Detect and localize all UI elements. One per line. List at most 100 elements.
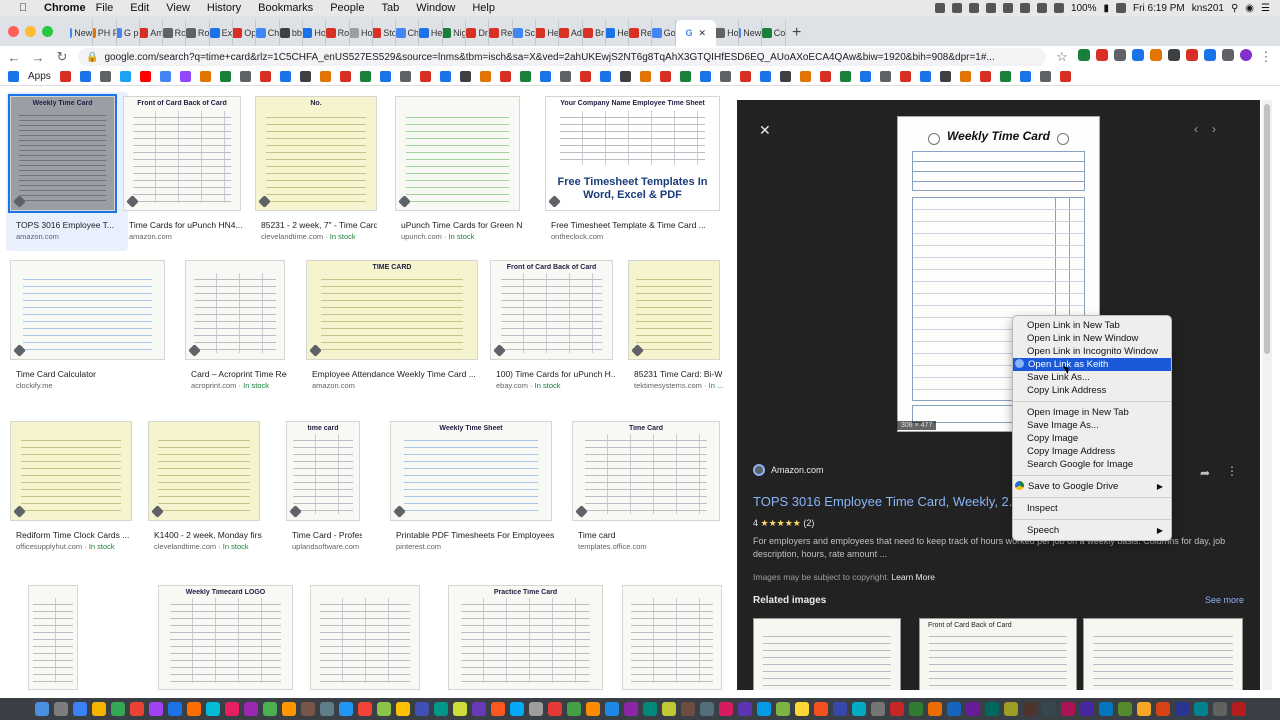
lock-icon[interactable]: 🔒	[86, 52, 98, 63]
context-menu-item[interactable]: Open Link in Incognito Window	[1013, 345, 1171, 358]
dock-app-icon[interactable]	[471, 702, 486, 716]
image-result[interactable]: Front of Card Back of Card Time Cards for…	[123, 96, 247, 247]
bookmark-icon[interactable]	[159, 71, 171, 82]
dock-app-icon[interactable]	[794, 702, 809, 716]
menu-help[interactable]: Help	[472, 2, 495, 14]
dock-app-icon[interactable]	[851, 702, 866, 716]
dock-app-icon[interactable]	[452, 702, 467, 716]
dock-app-icon[interactable]	[91, 702, 106, 716]
bookmark-icon[interactable]	[679, 71, 691, 82]
extension-icon[interactable]	[1132, 49, 1144, 61]
battery-percent[interactable]: 100%	[1071, 3, 1097, 14]
dock-app-icon[interactable]	[1193, 702, 1208, 716]
dock-app-icon[interactable]	[699, 702, 714, 716]
dock-app-icon[interactable]	[1003, 702, 1018, 716]
browser-tab[interactable]: He	[419, 20, 443, 46]
image-result[interactable]	[310, 585, 420, 690]
dock-app-icon[interactable]	[547, 702, 562, 716]
browser-tab[interactable]: G po	[116, 20, 140, 46]
image-result[interactable]: No. 85231 - 2 week, 7" - Time Card ... cle…	[255, 96, 377, 247]
bookmark-icon[interactable]	[539, 71, 551, 82]
dock-app-icon[interactable]	[34, 702, 49, 716]
bookmark-icon[interactable]	[919, 71, 931, 82]
browser-tab[interactable]: Sc	[512, 20, 536, 46]
bookmark-icon[interactable]	[359, 71, 371, 82]
dock-app-icon[interactable]	[1231, 702, 1246, 716]
user-name[interactable]: kns201	[1192, 3, 1224, 14]
dock-app-icon[interactable]	[946, 702, 961, 716]
context-menu-item[interactable]: Copy Link Address	[1013, 384, 1171, 397]
context-menu-item[interactable]: Open Link as Keith	[1013, 358, 1171, 371]
image-result[interactable]: Weekly Time Card TOPS 3016 Employee T... a…	[6, 92, 128, 251]
browser-tab[interactable]: Ad	[559, 20, 583, 46]
browser-tab[interactable]: Ro	[163, 20, 187, 46]
browser-tab[interactable]: Co	[762, 20, 786, 46]
image-result[interactable]: Rediform Time Clock Cards ... officesuppl…	[10, 421, 132, 557]
bookmark-icon[interactable]	[299, 71, 311, 82]
context-menu-item[interactable]: Save Link As...	[1013, 371, 1171, 384]
bookmark-icon[interactable]	[379, 71, 391, 82]
dock-app-icon[interactable]	[338, 702, 353, 716]
dock-app-icon[interactable]	[414, 702, 429, 716]
context-menu-item[interactable]: Save Image As...	[1013, 419, 1171, 432]
result-thumbnail[interactable]: No.	[255, 96, 377, 211]
dock-app-icon[interactable]	[167, 702, 182, 716]
dock-app-icon[interactable]	[813, 702, 828, 716]
close-tab-icon[interactable]: ✕	[698, 28, 706, 39]
dock-app-icon[interactable]	[224, 702, 239, 716]
dock-app-icon[interactable]	[889, 702, 904, 716]
dock-app-icon[interactable]	[984, 702, 999, 716]
dock-app-icon[interactable]	[186, 702, 201, 716]
menu-edit[interactable]: Edit	[130, 2, 149, 14]
menu-tab[interactable]: Tab	[381, 2, 399, 14]
dock-app-icon[interactable]	[756, 702, 771, 716]
dock-app-icon[interactable]	[262, 702, 277, 716]
dock-app-icon[interactable]	[908, 702, 923, 716]
new-tab-button[interactable]: +	[786, 20, 808, 46]
browser-tab[interactable]: Ho	[302, 20, 327, 46]
browser-tab[interactable]: Dr	[466, 20, 490, 46]
menu-history[interactable]: History	[207, 2, 241, 14]
browser-tab[interactable]: Br	[583, 20, 606, 46]
result-thumbnail[interactable]: Practice Time Card	[448, 585, 603, 690]
browser-tab[interactable]: Ch	[256, 20, 280, 46]
extension-icon[interactable]	[1150, 49, 1162, 61]
bookmark-icon[interactable]	[619, 71, 631, 82]
siri-icon[interactable]: ◉	[1245, 3, 1254, 14]
dock-app-icon[interactable]	[1022, 702, 1037, 716]
result-caption[interactable]: Free Timesheet Template & Time Card ...	[551, 220, 722, 230]
bookmark-icon[interactable]	[279, 71, 291, 82]
result-thumbnail[interactable]	[10, 260, 165, 360]
bookmark-icon[interactable]	[579, 71, 591, 82]
result-caption[interactable]: K1400 - 2 week, Monday first...	[154, 530, 262, 540]
dock-app-icon[interactable]	[1098, 702, 1113, 716]
bookmark-icon[interactable]	[439, 71, 451, 82]
bookmark-icon[interactable]	[399, 71, 411, 82]
result-thumbnail[interactable]: Front of Card Back of Card	[490, 260, 613, 360]
bookmark-icon[interactable]	[719, 71, 731, 82]
extension-icon[interactable]	[1078, 49, 1090, 61]
dock-app-icon[interactable]	[129, 702, 144, 716]
dock-app-icon[interactable]	[1041, 702, 1056, 716]
bookmark-icon[interactable]	[659, 71, 671, 82]
bookmark-icon[interactable]	[479, 71, 491, 82]
flag-icon[interactable]	[1116, 3, 1127, 13]
dock-app-icon[interactable]	[205, 702, 220, 716]
dock-app-icon[interactable]	[832, 702, 847, 716]
close-window-button[interactable]	[8, 26, 19, 37]
image-result[interactable]: K1400 - 2 week, Monday first... cleveland…	[148, 421, 262, 557]
result-thumbnail[interactable]: Weekly Timecard LOGO	[158, 585, 293, 690]
zoom-window-button[interactable]	[42, 26, 53, 37]
browser-tab[interactable]: Ho	[349, 20, 373, 46]
dock-app-icon[interactable]	[376, 702, 391, 716]
bookmark-icon[interactable]	[1059, 71, 1071, 82]
dock-app-icon[interactable]	[775, 702, 790, 716]
product-title-link[interactable]: TOPS 3016 Employee Time Card, Weekly, 2.…	[753, 494, 1020, 509]
profile-avatar-icon[interactable]	[1240, 49, 1252, 61]
tray-icon[interactable]	[951, 3, 962, 13]
bookmark-icon[interactable]	[899, 71, 911, 82]
image-result[interactable]: Weekly Time Sheet Printable PDF Timesheet…	[390, 421, 554, 557]
dock-app-icon[interactable]	[1174, 702, 1189, 716]
browser-tab[interactable]: PH Fa	[93, 20, 117, 46]
bookmark-icon[interactable]	[519, 71, 531, 82]
